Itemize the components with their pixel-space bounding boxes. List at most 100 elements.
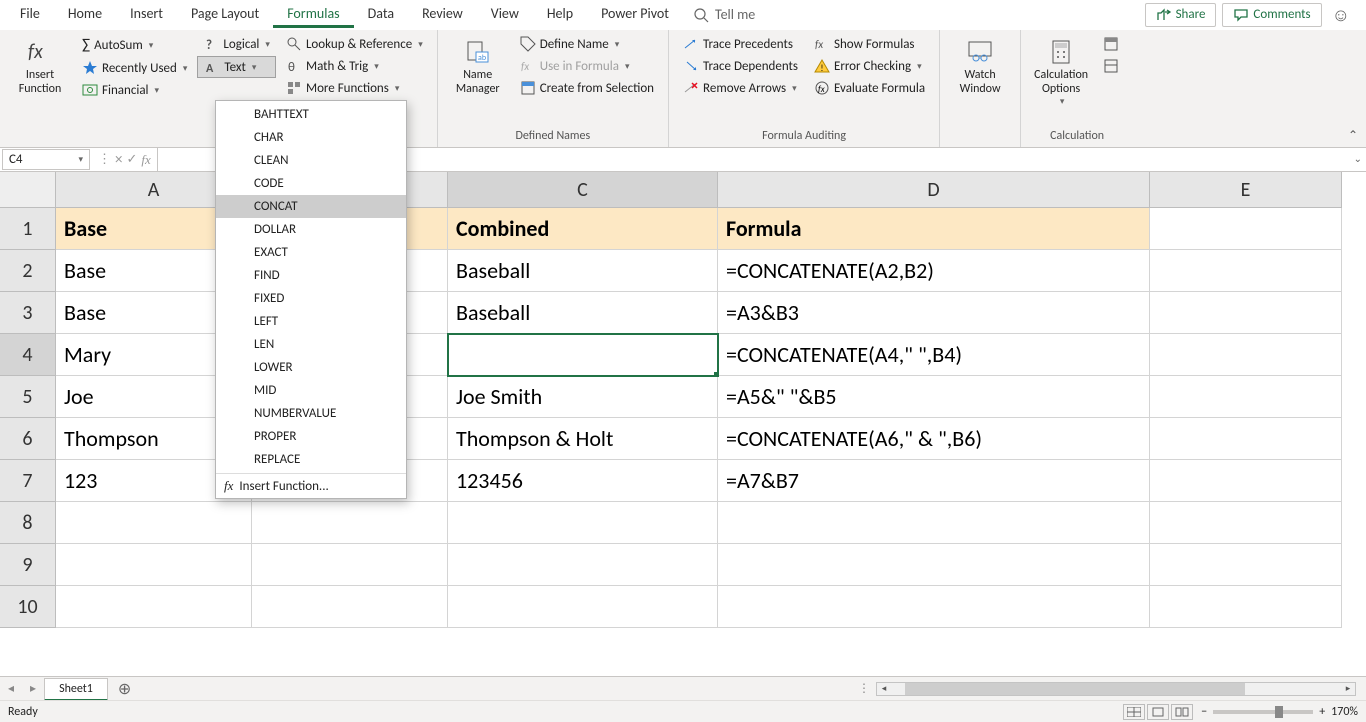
cell-D10[interactable] xyxy=(718,586,1150,628)
cell-E3[interactable] xyxy=(1150,292,1342,334)
col-header-C[interactable]: C xyxy=(448,172,718,208)
text-fn-lower[interactable]: LOWER xyxy=(216,356,406,379)
col-header-E[interactable]: E xyxy=(1150,172,1342,208)
row-header-1[interactable]: 1 xyxy=(0,208,56,250)
remove-arrows-button[interactable]: Remove Arrows▾ xyxy=(677,78,804,98)
insert-function-button[interactable]: fx Insert Function xyxy=(8,34,72,101)
tab-power-pivot[interactable]: Power Pivot xyxy=(587,1,683,28)
text-fn-exact[interactable]: EXACT xyxy=(216,241,406,264)
zoom-slider[interactable] xyxy=(1213,710,1313,714)
comments-button[interactable]: Comments xyxy=(1222,3,1321,27)
row-header-5[interactable]: 5 xyxy=(0,376,56,418)
text-fn-proper[interactable]: PROPER xyxy=(216,425,406,448)
cell-C10[interactable] xyxy=(448,586,718,628)
namebox-split-icon[interactable]: ⋮ xyxy=(98,152,111,167)
text-fn-left[interactable]: LEFT xyxy=(216,310,406,333)
text-fn-fixed[interactable]: FIXED xyxy=(216,287,406,310)
calc-now-button[interactable] xyxy=(1097,34,1125,54)
math-trig-button[interactable]: θMath & Trig▾ xyxy=(280,56,429,76)
feedback-icon[interactable]: ☺ xyxy=(1332,4,1350,26)
cell-E9[interactable] xyxy=(1150,544,1342,586)
cell-A10[interactable] xyxy=(56,586,252,628)
col-header-D[interactable]: D xyxy=(718,172,1150,208)
tab-home[interactable]: Home xyxy=(54,1,116,28)
row-header-3[interactable]: 3 xyxy=(0,292,56,334)
text-fn-dollar[interactable]: DOLLAR xyxy=(216,218,406,241)
collapse-ribbon-button[interactable]: ⌃ xyxy=(1348,128,1358,143)
cell-A9[interactable] xyxy=(56,544,252,586)
cell-D2[interactable]: =CONCATENATE(A2,B2) xyxy=(718,250,1150,292)
cell-D7[interactable]: =A7&B7 xyxy=(718,460,1150,502)
text-fn-char[interactable]: CHAR xyxy=(216,126,406,149)
more-functions-button[interactable]: More Functions▾ xyxy=(280,78,429,98)
cell-D8[interactable] xyxy=(718,502,1150,544)
cell-B9[interactable] xyxy=(252,544,448,586)
row-header-4[interactable]: 4 xyxy=(0,334,56,376)
expand-formula-bar-icon[interactable]: ⌄ xyxy=(1354,152,1362,165)
cell-E7[interactable] xyxy=(1150,460,1342,502)
cell-E8[interactable] xyxy=(1150,502,1342,544)
tab-review[interactable]: Review xyxy=(408,1,477,28)
evaluate-formula-button[interactable]: fxEvaluate Formula xyxy=(808,78,931,98)
text-fn-bahttext[interactable]: BAHTTEXT xyxy=(216,103,406,126)
tab-insert[interactable]: Insert xyxy=(116,1,177,28)
sheet-tab-sheet1[interactable]: Sheet1 xyxy=(44,678,108,701)
row-header-6[interactable]: 6 xyxy=(0,418,56,460)
row-header-9[interactable]: 9 xyxy=(0,544,56,586)
cell-E1[interactable] xyxy=(1150,208,1342,250)
text-fn-numbervalue[interactable]: NUMBERVALUE xyxy=(216,402,406,425)
tab-help[interactable]: Help xyxy=(533,1,587,28)
recently-used-button[interactable]: Recently Used▾ xyxy=(76,58,193,78)
cell-C6[interactable]: Thompson & Holt xyxy=(448,418,718,460)
cell-D5[interactable]: =A5&" "&B5 xyxy=(718,376,1150,418)
sheet-nav-prev[interactable]: ◂ xyxy=(0,681,22,696)
cell-E5[interactable] xyxy=(1150,376,1342,418)
cell-D9[interactable] xyxy=(718,544,1150,586)
hscroll-split-icon[interactable]: ⋮ xyxy=(858,681,870,696)
text-fn-clean[interactable]: CLEAN xyxy=(216,149,406,172)
trace-dependents-button[interactable]: Trace Dependents xyxy=(677,56,804,76)
cell-D1[interactable]: Formula xyxy=(718,208,1150,250)
cell-E10[interactable] xyxy=(1150,586,1342,628)
cell-E4[interactable] xyxy=(1150,334,1342,376)
view-page-break-button[interactable] xyxy=(1171,704,1193,720)
cell-D4[interactable]: =CONCATENATE(A4," ",B4) xyxy=(718,334,1150,376)
row-header-8[interactable]: 8 xyxy=(0,502,56,544)
row-header-10[interactable]: 10 xyxy=(0,586,56,628)
error-checking-button[interactable]: !Error Checking▾ xyxy=(808,56,931,76)
text-fn-code[interactable]: CODE xyxy=(216,172,406,195)
create-from-selection-button[interactable]: Create from Selection xyxy=(514,78,660,98)
add-sheet-button[interactable]: ⊕ xyxy=(108,679,141,699)
zoom-level[interactable]: 170% xyxy=(1331,705,1358,719)
text-button[interactable]: AText▾ xyxy=(197,56,276,78)
autosum-button[interactable]: ∑AutoSum▾ xyxy=(76,34,193,56)
horizontal-scrollbar[interactable]: ◂▸ xyxy=(876,682,1356,696)
cell-C7[interactable]: 123456 xyxy=(448,460,718,502)
zoom-out-button[interactable]: − xyxy=(1201,705,1207,719)
cell-C2[interactable]: Baseball xyxy=(448,250,718,292)
tab-view[interactable]: View xyxy=(477,1,533,28)
view-normal-button[interactable] xyxy=(1123,704,1145,720)
lookup-button[interactable]: Lookup & Reference▾ xyxy=(280,34,429,54)
row-header-7[interactable]: 7 xyxy=(0,460,56,502)
tab-page-layout[interactable]: Page Layout xyxy=(177,1,273,28)
cell-B8[interactable] xyxy=(252,502,448,544)
tell-me[interactable]: Tell me xyxy=(683,6,755,23)
cell-D3[interactable]: =A3&B3 xyxy=(718,292,1150,334)
cell-C5[interactable]: Joe Smith xyxy=(448,376,718,418)
tab-formulas[interactable]: Formulas xyxy=(273,1,353,28)
text-fn-mid[interactable]: MID xyxy=(216,379,406,402)
tab-file[interactable]: File xyxy=(6,1,54,28)
cell-C8[interactable] xyxy=(448,502,718,544)
zoom-in-button[interactable]: + xyxy=(1319,705,1325,719)
cell-C9[interactable] xyxy=(448,544,718,586)
insert-function-menu-item[interactable]: fx Insert Function... xyxy=(216,473,406,498)
cell-C3[interactable]: Baseball xyxy=(448,292,718,334)
sheet-nav-next[interactable]: ▸ xyxy=(22,681,44,696)
logical-button[interactable]: ?Logical▾ xyxy=(197,34,276,54)
share-button[interactable]: Share xyxy=(1145,3,1217,27)
cell-A8[interactable] xyxy=(56,502,252,544)
cell-D6[interactable]: =CONCATENATE(A6," & ",B6) xyxy=(718,418,1150,460)
cell-C4[interactable] xyxy=(448,334,718,376)
financial-button[interactable]: Financial▾ xyxy=(76,80,193,100)
